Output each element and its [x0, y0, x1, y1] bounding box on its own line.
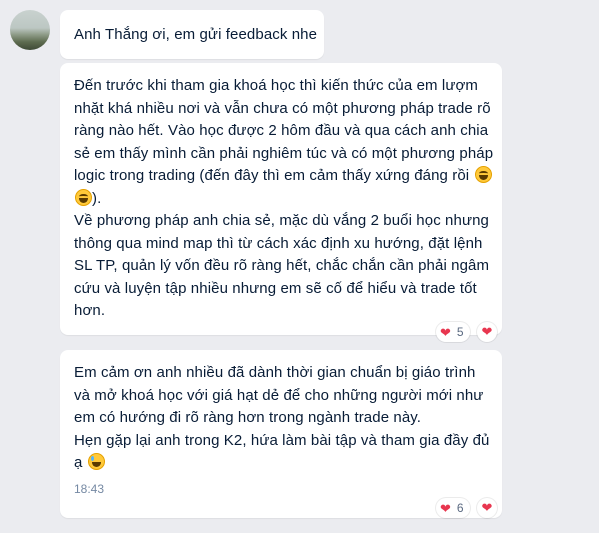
- grinning-sweat-emoji-icon: [87, 453, 105, 470]
- message-paragraph-1-end: ).: [92, 189, 102, 207]
- reaction-summary[interactable]: ❤ 6: [436, 498, 470, 518]
- react-heart-button[interactable]: ❤: [477, 498, 497, 518]
- heart-icon: ❤: [481, 500, 493, 515]
- sender-avatar[interactable]: [10, 10, 50, 50]
- grinning-squint-emoji-icon: [75, 188, 92, 206]
- message-timestamp: 18:43: [74, 482, 105, 496]
- message-paragraph-1: Đến trước khi tham gia khoá học thì kiến…: [74, 77, 498, 184]
- message-body: Em cảm ơn anh nhiều đã dành thời gian ch…: [74, 364, 490, 471]
- message-bubble-2[interactable]: Đến trước khi tham gia khoá học thì kiến…: [60, 63, 502, 335]
- message-bubble-1[interactable]: Anh Thắng ơi, em gửi feedback nhe: [60, 10, 324, 59]
- heart-icon: ❤: [440, 324, 451, 340]
- message-text: Em cảm ơn anh nhiều đã dành thời gian ch…: [74, 362, 494, 475]
- message-text: Đến trước khi tham gia khoá học thì kiến…: [74, 75, 494, 323]
- message-text: Anh Thắng ơi, em gửi feedback nhe: [74, 26, 318, 43]
- react-heart-button[interactable]: ❤: [477, 322, 497, 342]
- reaction-summary[interactable]: ❤ 5: [436, 322, 470, 342]
- message-bubble-3[interactable]: Em cảm ơn anh nhiều đã dành thời gian ch…: [60, 350, 502, 518]
- heart-icon: ❤: [481, 324, 493, 339]
- reaction-count: 5: [456, 325, 464, 339]
- reaction-count: 6: [456, 501, 464, 515]
- message-paragraph-2: Về phương pháp anh chia sẻ, mặc dù vắng …: [74, 212, 494, 319]
- heart-icon: ❤: [440, 500, 451, 516]
- laughing-emoji-icon: [474, 166, 492, 183]
